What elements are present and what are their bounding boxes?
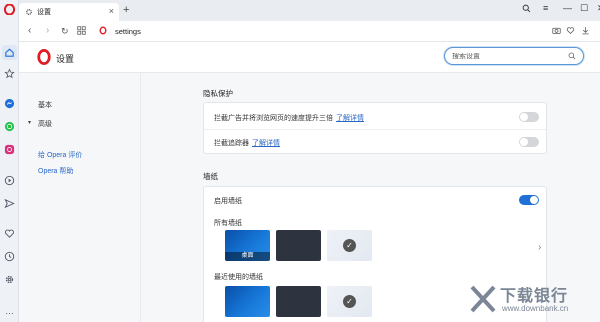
watermark-url: www.downbank.cn [502,304,569,313]
settings-header: 设置 [19,42,600,73]
opera-help-link[interactable]: Opera 帮助 [38,166,73,176]
opera-logo-icon [99,26,107,37]
recent-wallpaper-thumb-blue[interactable] [225,286,270,317]
learn-more-link[interactable]: 了解详情 [252,140,280,147]
section-title-wallpaper: 墙纸 [203,172,218,181]
rate-opera-link[interactable]: 给 Opera 评价 [38,150,82,160]
wallpaper-thumb-desktop[interactable]: 桌面 [225,230,270,261]
tracker-row: 拦截追踪器 了解详情 [214,138,280,148]
send-icon[interactable] [4,198,15,209]
opera-logo-icon [37,48,51,67]
back-button[interactable]: ‹ [28,25,31,36]
maximize-button[interactable]: ☐ [580,3,588,14]
sidebar-rail: … [0,0,19,322]
gear-icon [26,9,32,15]
adblock-toggle[interactable] [519,112,539,122]
wallpaper-thumb-light[interactable]: ✓ [327,230,372,261]
minimize-button[interactable]: — [563,3,572,13]
recent-wallpaper-thumb-dark[interactable] [276,286,321,317]
adblock-label: 拦截广告并将浏览网页的速度提升三倍 [214,115,333,122]
tab-title: 设置 [37,9,51,16]
menu-icon[interactable]: ≡ [543,3,548,13]
enable-wallpaper-label: 启用墙纸 [214,198,242,205]
reload-button[interactable]: ↻ [61,26,69,37]
watermark-logo-icon [470,285,496,313]
search-icon[interactable] [522,4,531,15]
wallpaper-caption: 桌面 [225,252,270,261]
search-icon [568,52,576,60]
toggle-knob [520,138,528,146]
opera-logo-icon[interactable] [4,4,15,15]
address-input[interactable]: settings [115,27,141,36]
search-input[interactable] [452,52,568,60]
watermark: 下载银行 www.downbank.cn [470,282,595,320]
wallpaper-thumb-dark[interactable] [276,230,321,261]
check-icon: ✓ [343,239,356,252]
page-title: 设置 [56,54,75,64]
more-icon[interactable]: … [4,305,15,316]
section-title-privacy: 隐私保护 [203,89,233,98]
download-icon[interactable] [581,26,590,37]
tab-settings[interactable]: 设置 × [19,3,119,21]
watermark-title: 下载银行 [500,288,569,305]
close-tab-button[interactable]: × [109,6,114,16]
sidebar-item-advanced[interactable]: 高级 [38,119,52,129]
all-wallpapers-label: 所有墙纸 [214,220,242,227]
tracker-label: 拦截追踪器 [214,140,249,147]
gear-icon[interactable] [4,274,15,285]
speed-dial-icon[interactable] [77,26,86,37]
title-bar: 设置 × + ≡ — ☐ ✕ [19,0,600,21]
chevron-down-icon: ▾ [28,120,32,126]
player-icon[interactable] [4,175,15,186]
check-icon: ✓ [343,295,356,308]
divider [204,129,546,130]
settings-sidebar: 基本 ▾ 高级 给 Opera 评价 Opera 帮助 [19,73,141,322]
camera-icon[interactable] [552,26,561,37]
address-bar: ‹ › ↻ settings [19,21,600,42]
whatsapp-icon[interactable] [4,121,15,132]
heart-icon[interactable] [566,26,575,37]
recent-wallpaper-thumb-light[interactable]: ✓ [327,286,372,317]
toggle-knob [530,196,538,204]
privacy-card: 拦截广告并将浏览网页的速度提升三倍 了解详情 拦截追踪器 了解详情 [203,102,547,154]
recent-wallpapers-label: 最近使用的墙纸 [214,274,263,281]
heart-icon[interactable] [4,228,15,239]
enable-wallpaper-toggle[interactable] [519,195,539,205]
history-icon[interactable] [4,251,15,262]
new-tab-button[interactable]: + [123,4,129,16]
home-icon[interactable] [2,45,17,60]
learn-more-link[interactable]: 了解详情 [336,115,364,122]
search-field[interactable] [444,47,584,65]
toggle-knob [520,113,528,121]
star-icon[interactable] [4,68,15,79]
carousel-next-button[interactable]: › [538,242,541,253]
instagram-icon[interactable] [4,144,15,155]
tracker-toggle[interactable] [519,137,539,147]
sidebar-item-basic[interactable]: 基本 [38,100,52,110]
messenger-icon[interactable] [4,98,15,109]
adblock-row: 拦截广告并将浏览网页的速度提升三倍 了解详情 [214,113,364,123]
forward-button[interactable]: › [46,25,49,36]
